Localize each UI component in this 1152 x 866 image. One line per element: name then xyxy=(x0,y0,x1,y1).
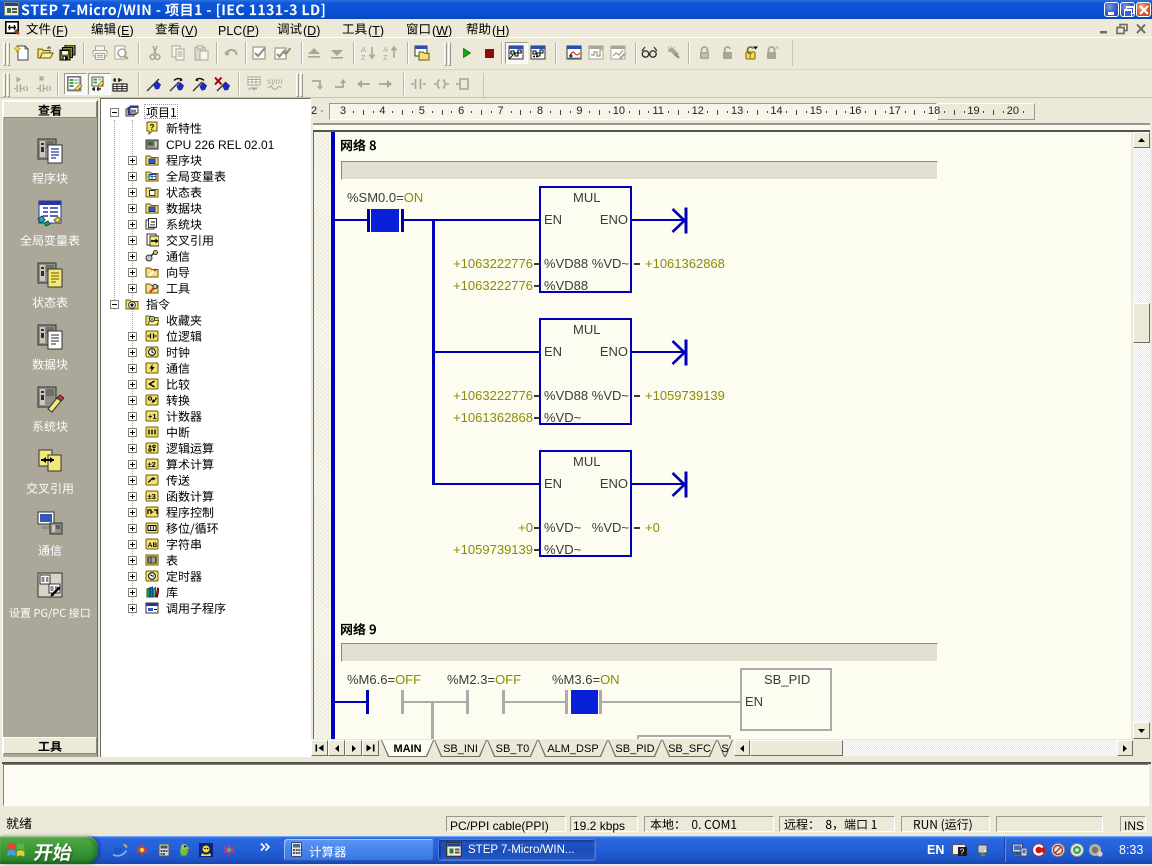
svg-text:sym: sym xyxy=(267,76,283,86)
svg-text:T: T xyxy=(748,54,752,60)
svg-text:?: ? xyxy=(150,123,155,132)
svg-text:AB: AB xyxy=(148,542,158,549)
svg-text:Z: Z xyxy=(383,53,388,61)
svg-text:±2: ±2 xyxy=(148,460,156,469)
svg-text:±3: ±3 xyxy=(148,492,156,501)
svg-text:+1: +1 xyxy=(148,412,157,421)
svg-text:?: ? xyxy=(960,848,965,857)
svg-text:Z: Z xyxy=(361,53,366,61)
